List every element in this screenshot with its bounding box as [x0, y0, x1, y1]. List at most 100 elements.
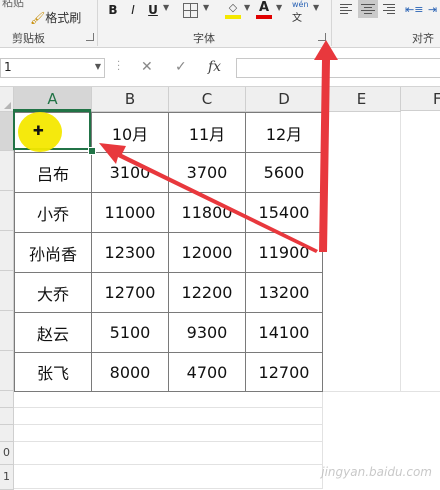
table-cell[interactable]: 12700: [92, 273, 169, 313]
align-left-icon: [340, 4, 354, 14]
table-cell[interactable]: 3700: [169, 153, 246, 193]
table-cell[interactable]: 12700: [246, 353, 323, 392]
table-cell[interactable]: 5600: [246, 153, 323, 193]
fill-color-dropdown-icon[interactable]: ▼: [244, 3, 250, 12]
align-left-button[interactable]: [340, 4, 354, 14]
table-header-cell[interactable]: 10月: [92, 113, 169, 153]
table-cell[interactable]: 3100: [92, 153, 169, 193]
align-center-icon: [358, 0, 378, 14]
table-cell[interactable]: 11900: [246, 233, 323, 273]
formula-bar: 1 ▼ · · · ✕ ✓ fx: [0, 48, 440, 87]
table-cell[interactable]: 12300: [92, 233, 169, 273]
table-header-cell[interactable]: 11月: [169, 113, 246, 153]
phonetic-button[interactable]: wén 文: [292, 0, 309, 24]
ribbon: 粘贴 🖌格式刷 剪贴板 B I U ▼ ▼ ◇ ▼ A ▼ wén 文 ▼ 字体: [0, 0, 440, 61]
table-cell[interactable]: 11000: [92, 193, 169, 233]
bold-button[interactable]: B: [104, 2, 122, 18]
paste-button[interactable]: 粘贴: [2, 0, 24, 10]
row-header[interactable]: 0: [0, 442, 14, 465]
format-painter-label: 格式刷: [45, 11, 82, 25]
table-cell[interactable]: 12000: [169, 233, 246, 273]
align-center-button[interactable]: [358, 0, 378, 18]
table-cell[interactable]: 5100: [92, 313, 169, 353]
cell-cursor-icon: ✚: [33, 124, 44, 139]
table-cell[interactable]: 13200: [246, 273, 323, 313]
row-header[interactable]: [0, 391, 14, 408]
cancel-icon[interactable]: ✕: [141, 59, 153, 75]
decrease-indent-button[interactable]: ⇤≡: [405, 3, 423, 16]
table-cell[interactable]: 12200: [169, 273, 246, 313]
phonetic-dropdown-icon[interactable]: ▼: [313, 3, 319, 12]
column-header-c[interactable]: C: [169, 87, 246, 112]
row-header[interactable]: [0, 351, 14, 391]
watermark: jingyan.baidu.com: [321, 465, 432, 479]
align-right-icon: [383, 4, 397, 14]
decrease-indent-icon: ⇤≡: [405, 3, 424, 16]
formula-input[interactable]: [236, 58, 440, 78]
row-header[interactable]: [0, 425, 14, 442]
phonetic-icon: wén: [292, 0, 309, 9]
chevron-down-icon[interactable]: ▼: [95, 62, 101, 71]
enter-icon[interactable]: ✓: [175, 59, 187, 75]
column-header-b[interactable]: B: [92, 87, 169, 112]
align-right-button[interactable]: [383, 4, 397, 14]
insert-function-button[interactable]: fx: [208, 59, 221, 75]
font-group-label: 字体: [193, 32, 215, 45]
borders-dropdown-icon[interactable]: ▼: [203, 3, 209, 12]
grid-cell[interactable]: [14, 391, 323, 408]
row-header[interactable]: [0, 151, 14, 191]
grid-cell[interactable]: [14, 442, 323, 465]
row-header[interactable]: [0, 231, 14, 271]
underline-dropdown-icon[interactable]: ▼: [163, 3, 169, 12]
name-box-value: 1: [4, 60, 12, 74]
table-cell[interactable]: 大乔: [15, 273, 92, 313]
underline-button[interactable]: U: [144, 2, 162, 18]
table-cell[interactable]: 15400: [246, 193, 323, 233]
row-header[interactable]: [0, 271, 14, 311]
font-color-dropdown-icon[interactable]: ▼: [276, 3, 282, 12]
font-color-icon: A: [258, 0, 270, 15]
grid-cell[interactable]: [401, 112, 440, 392]
fill-color-button[interactable]: ◇: [225, 1, 241, 19]
clipboard-group-label: 剪贴板: [12, 32, 45, 45]
grid-cell[interactable]: [14, 425, 323, 442]
data-table: 10月 11月 12月 吕布 3100 3700 5600 小乔 11000 1…: [14, 112, 323, 392]
row-header[interactable]: [0, 408, 14, 425]
select-all-corner[interactable]: [0, 87, 14, 112]
fill-color-icon: ◇: [228, 1, 238, 14]
fill-handle[interactable]: [88, 147, 96, 155]
table-header-cell[interactable]: 12月: [246, 113, 323, 153]
increase-indent-button[interactable]: ⇥: [428, 3, 437, 16]
clipboard-dialog-launcher[interactable]: [86, 33, 94, 41]
format-painter-icon: 🖌: [30, 11, 46, 25]
name-box[interactable]: 1 ▼: [0, 58, 105, 78]
formula-bar-grip-icon: · · ·: [117, 57, 121, 76]
table-cell[interactable]: 8000: [92, 353, 169, 392]
table-cell[interactable]: 11800: [169, 193, 246, 233]
table-cell[interactable]: 赵云: [15, 313, 92, 353]
column-header-e[interactable]: E: [323, 87, 401, 112]
borders-button[interactable]: [183, 3, 198, 18]
table-cell[interactable]: 14100: [246, 313, 323, 353]
row-header[interactable]: [0, 191, 14, 231]
table-cell[interactable]: 小乔: [15, 193, 92, 233]
column-header-d[interactable]: D: [246, 87, 323, 112]
table-cell[interactable]: 孙尚香: [15, 233, 92, 273]
table-cell[interactable]: 9300: [169, 313, 246, 353]
font-dialog-launcher[interactable]: [318, 33, 326, 41]
ribbon-separator: [97, 0, 98, 46]
grid-cell[interactable]: [14, 408, 323, 425]
grid-cell[interactable]: [14, 465, 323, 489]
increase-indent-icon: ⇥: [428, 3, 438, 16]
row-header[interactable]: 1: [0, 465, 14, 490]
row-header[interactable]: [0, 311, 14, 351]
table-cell[interactable]: 张飞: [15, 353, 92, 392]
table-cell[interactable]: 吕布: [15, 153, 92, 193]
column-header-f[interactable]: F: [401, 87, 440, 111]
ribbon-separator: [331, 0, 332, 46]
format-painter-button[interactable]: 🖌格式刷: [30, 9, 81, 26]
table-cell[interactable]: 4700: [169, 353, 246, 392]
font-color-button[interactable]: A: [256, 0, 272, 19]
italic-button[interactable]: I: [124, 2, 142, 18]
grid-cell[interactable]: [323, 112, 401, 392]
